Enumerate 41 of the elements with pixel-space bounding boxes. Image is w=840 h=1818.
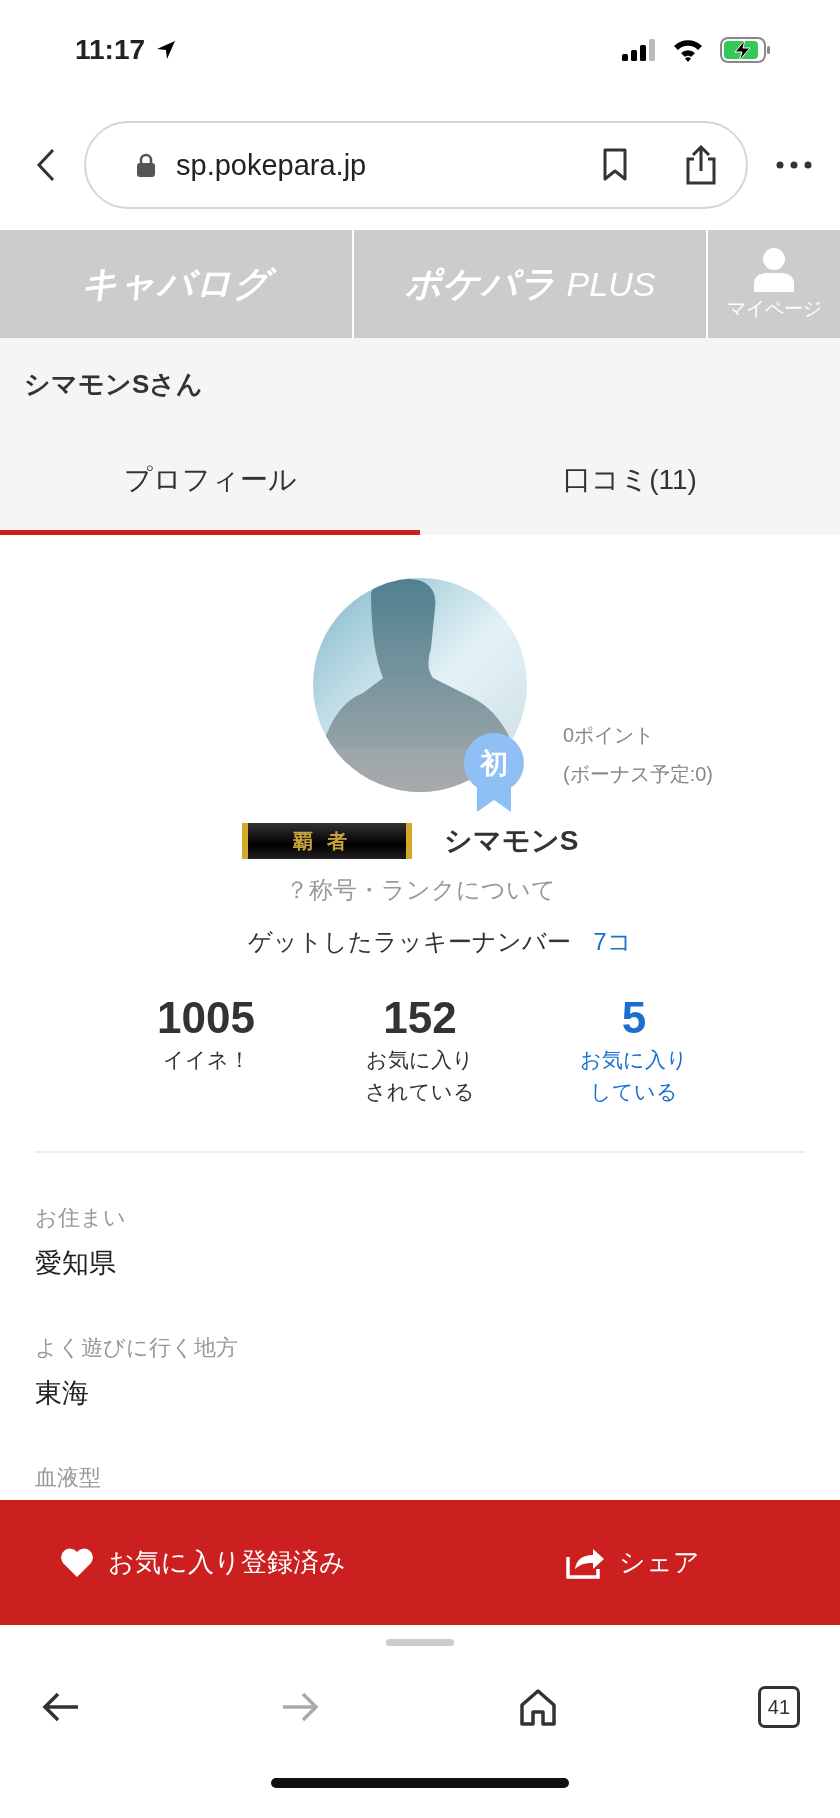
points-text: 0ポイント bbox=[563, 723, 656, 748]
lock-icon bbox=[136, 153, 156, 177]
drag-handle[interactable] bbox=[386, 1639, 454, 1646]
wifi-icon bbox=[672, 38, 704, 62]
heart-icon bbox=[60, 1547, 94, 1578]
back-arrow-icon[interactable] bbox=[42, 1691, 80, 1723]
bookmark-icon[interactable] bbox=[602, 148, 628, 182]
field-label: お住まい bbox=[35, 1204, 127, 1233]
lucky-number-count[interactable]: 7コ bbox=[593, 926, 632, 958]
field-label: 血液型 bbox=[35, 1464, 102, 1493]
stat-value: 152 bbox=[383, 994, 457, 1043]
home-icon[interactable] bbox=[519, 1688, 558, 1726]
status-time: 11:17 bbox=[75, 34, 146, 66]
address-bar[interactable]: sp.pokepara.jp bbox=[84, 121, 748, 209]
field-value: 愛知県 bbox=[35, 1247, 117, 1281]
back-chevron-icon[interactable] bbox=[36, 148, 56, 182]
stat-value[interactable]: 5 bbox=[621, 994, 647, 1043]
url-text: sp.pokepara.jp bbox=[176, 148, 367, 182]
page-title: シマモンSさん bbox=[24, 367, 204, 401]
rank-help-link[interactable]: ？称号・ランクについて bbox=[284, 876, 556, 903]
favorite-button[interactable]: お気に入り登録済み bbox=[0, 1500, 420, 1625]
more-icon[interactable] bbox=[776, 161, 812, 169]
user-name: シマモンS bbox=[443, 824, 579, 858]
battery-icon bbox=[720, 37, 772, 63]
bonus-text: (ボーナス予定:0) bbox=[563, 762, 714, 787]
share-icon[interactable] bbox=[684, 145, 718, 185]
field-label: よく遊びに行く地方 bbox=[35, 1334, 239, 1363]
location-arrow-icon bbox=[155, 39, 178, 61]
share-icon bbox=[565, 1546, 605, 1579]
signal-icon bbox=[622, 39, 656, 61]
stat-label: イイネ！ bbox=[162, 1047, 250, 1074]
lucky-number-label: ゲットしたラッキーナンバー bbox=[248, 927, 572, 957]
stat-label[interactable]: お気に入り している bbox=[580, 1044, 688, 1108]
person-icon bbox=[751, 246, 797, 292]
title-badge: 覇者 bbox=[241, 823, 412, 859]
stat-value: 1005 bbox=[157, 994, 255, 1043]
tab-count-button[interactable]: 41 bbox=[757, 1686, 800, 1728]
stat-label: お気に入り されている bbox=[365, 1047, 475, 1105]
tab[interactable]: 口コミ(11) bbox=[420, 430, 840, 535]
share-button[interactable]: シェア bbox=[420, 1500, 840, 1625]
field-value: 東海 bbox=[35, 1377, 90, 1411]
